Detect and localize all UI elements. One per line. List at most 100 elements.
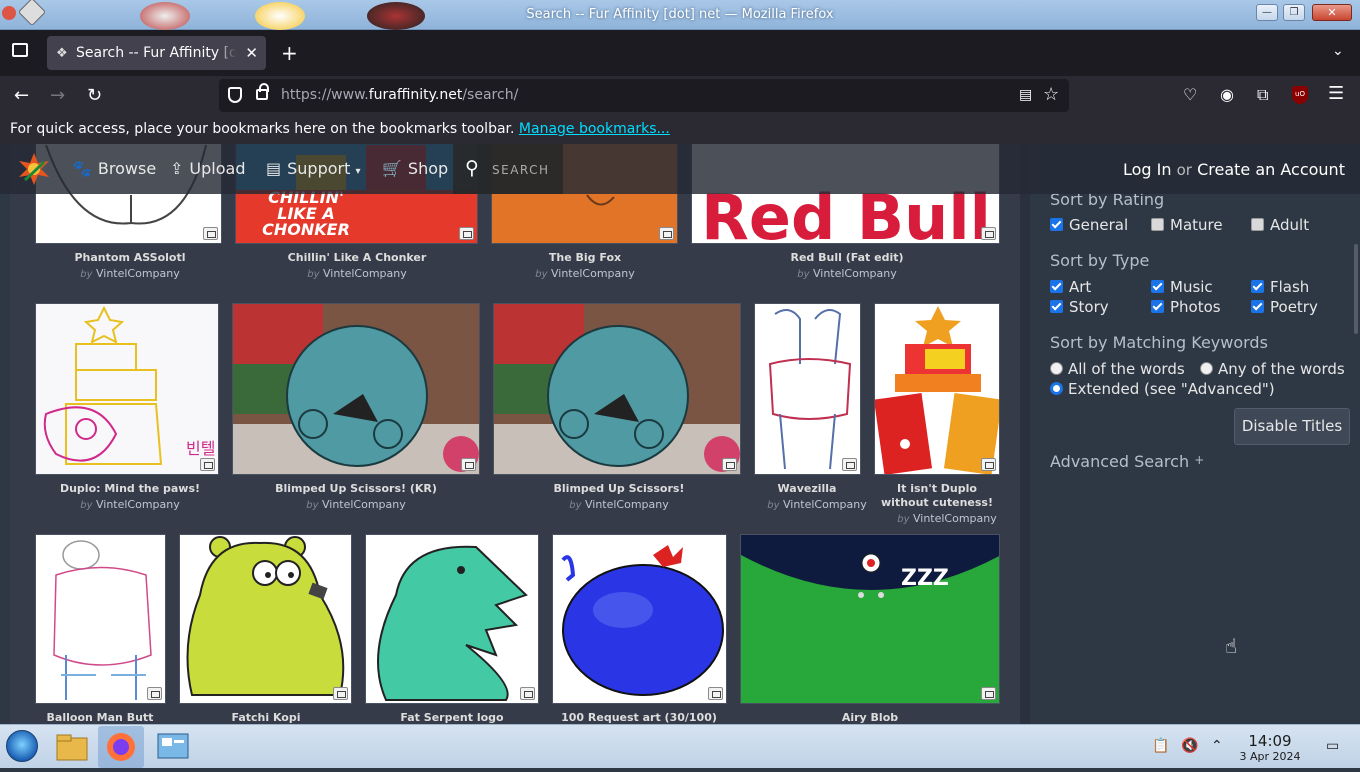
radio-unselected-icon[interactable] <box>1050 362 1063 375</box>
reader-view-icon[interactable]: ▤ <box>1019 87 1032 103</box>
rating-adult-checkbox[interactable]: Adult <box>1251 216 1309 234</box>
new-tab-button[interactable]: + <box>281 41 298 65</box>
tab-search-fur-affinity[interactable]: ❖ Search -- Fur Affinity [dot] net ✕ <box>47 36 266 70</box>
system-clock[interactable]: 14:09 3 Apr 2024 <box>1230 732 1310 763</box>
tab-close-icon[interactable]: ✕ <box>245 44 258 62</box>
checkbox-checked-icon[interactable] <box>1050 218 1063 231</box>
maximize-button[interactable]: ❐ <box>1283 4 1305 21</box>
type-photos-checkbox[interactable]: Photos <box>1151 298 1221 316</box>
nav-shop[interactable]: 🛒 Shop <box>382 159 448 178</box>
radio-unselected-icon[interactable] <box>1200 362 1213 375</box>
submission-title[interactable]: Red Bull (Fat edit) <box>722 251 972 265</box>
disable-titles-button[interactable]: Disable Titles <box>1234 408 1350 445</box>
show-desktop-icon[interactable]: ▭ <box>1326 738 1339 754</box>
artist-link[interactable]: VintelCompany <box>96 267 180 280</box>
firefox-view-icon[interactable] <box>12 43 28 57</box>
keywords-all-radio[interactable]: All of the words <box>1050 360 1185 378</box>
volume-muted-icon[interactable]: 🔇 <box>1181 738 1198 754</box>
file-manager-icon[interactable] <box>49 726 95 768</box>
type-story-checkbox[interactable]: Story <box>1050 298 1109 316</box>
keywords-extended-radio[interactable]: Extended (see "Advanced") <box>1050 380 1275 398</box>
artist-link[interactable]: VintelCompany <box>96 498 180 511</box>
rating-general-checkbox[interactable]: General <box>1050 216 1128 234</box>
thumb-it-isnt-duplo-without-cuteness[interactable] <box>874 303 1000 475</box>
reload-icon[interactable]: ↻ <box>87 85 102 106</box>
artist-link[interactable]: VintelCompany <box>551 267 635 280</box>
submission-title[interactable]: Chillin' Like A Chonker <box>232 251 482 265</box>
artist-link[interactable]: VintelCompany <box>323 267 407 280</box>
header-search-button[interactable]: ⚲ SEARCH <box>453 144 563 194</box>
option-label: Any of the words <box>1218 360 1345 378</box>
page-scrollbar[interactable] <box>1354 244 1358 334</box>
window-titlebar[interactable]: Search -- Fur Affinity [dot] net — Mozil… <box>0 0 1360 30</box>
tracking-protection-shield-icon[interactable] <box>228 87 242 103</box>
submission-title[interactable]: Phantom ASSolotl <box>5 251 255 265</box>
artist-link[interactable]: VintelCompany <box>322 498 406 511</box>
thumb-duplo-mind-the-paws[interactable]: 빈텔 <box>35 303 219 475</box>
login-link[interactable]: Log In <box>1123 160 1172 179</box>
submission-title[interactable]: Blimped Up Scissors! (KR) <box>231 482 481 496</box>
create-account-link[interactable]: Create an Account <box>1197 160 1345 179</box>
thumb-blimped-up-scissors-kr[interactable] <box>232 303 480 475</box>
artist-link[interactable]: VintelCompany <box>783 498 867 511</box>
url-bar[interactable]: https://www.furaffinity.net/search/ ▤ ☆ <box>219 79 1069 112</box>
rating-mature-checkbox[interactable]: Mature <box>1151 216 1223 234</box>
hamburger-menu-icon[interactable]: ☰ <box>1328 83 1344 104</box>
artist-link[interactable]: VintelCompany <box>813 267 897 280</box>
padlock-icon[interactable] <box>256 83 269 100</box>
url-text[interactable]: https://www.furaffinity.net/search/ <box>281 87 518 103</box>
clipboard-icon[interactable]: 📋 <box>1152 738 1169 754</box>
artist-link[interactable]: VintelCompany <box>585 498 669 511</box>
bookmark-star-icon[interactable]: ☆ <box>1043 84 1059 105</box>
nav-upload[interactable]: ⇪ Upload <box>170 159 245 178</box>
firefox-taskbar-icon[interactable] <box>98 726 144 768</box>
radio-selected-icon[interactable] <box>1050 382 1063 395</box>
forward-arrow-icon[interactable]: → <box>50 85 65 106</box>
checkbox-checked-icon[interactable] <box>1050 280 1063 293</box>
checkbox-checked-icon[interactable] <box>1151 300 1164 313</box>
list-all-tabs-icon[interactable]: ⌄ <box>1332 43 1344 59</box>
artist-link[interactable]: VintelCompany <box>913 512 997 525</box>
minimize-button[interactable]: — <box>1256 4 1278 21</box>
by-prefix: by <box>897 514 910 525</box>
advanced-search-toggle[interactable]: Advanced Search + <box>1050 452 1204 471</box>
submission-title[interactable]: 100 Request art (30/100) <box>514 711 764 724</box>
type-flash-checkbox[interactable]: Flash <box>1251 278 1309 296</box>
thumb-art <box>53 540 152 700</box>
manage-bookmarks-link[interactable]: Manage bookmarks... <box>519 121 670 137</box>
close-window-button[interactable]: ✕ <box>1312 4 1352 21</box>
checkbox-checked-icon[interactable] <box>1050 300 1063 313</box>
checkbox-checked-icon[interactable] <box>1251 300 1264 313</box>
ublock-origin-icon[interactable]: uO <box>1292 86 1308 104</box>
type-music-checkbox[interactable]: Music <box>1151 278 1213 296</box>
type-art-checkbox[interactable]: Art <box>1050 278 1091 296</box>
nav-browse[interactable]: 🐾 Browse <box>72 159 156 178</box>
thumb-fatchi-kopi[interactable] <box>179 534 352 704</box>
thumb-100-request-art[interactable] <box>552 534 727 704</box>
submission-title[interactable]: The Big Fox <box>460 251 710 265</box>
furaffinity-logo-icon[interactable] <box>17 152 51 186</box>
back-arrow-icon[interactable]: ← <box>14 85 29 106</box>
chevron-up-icon[interactable]: ⌃ <box>1211 738 1223 754</box>
submission-title[interactable]: Airy Blob <box>745 711 995 724</box>
pocket-icon[interactable]: ♡ <box>1183 85 1197 104</box>
bookmarks-message: For quick access, place your bookmarks h… <box>10 121 670 137</box>
control-panel-icon[interactable] <box>150 726 196 768</box>
submission-title[interactable]: It isn't Duplo without cuteness! <box>872 482 1002 510</box>
checkbox-unchecked-icon[interactable] <box>1251 218 1264 231</box>
submission-title[interactable]: Duplo: Mind the paws! <box>5 482 255 496</box>
extensions-puzzle-icon[interactable]: ⧉ <box>1257 85 1268 105</box>
checkbox-unchecked-icon[interactable] <box>1151 218 1164 231</box>
start-menu-icon[interactable] <box>6 730 38 762</box>
keywords-any-radio[interactable]: Any of the words <box>1200 360 1345 378</box>
type-poetry-checkbox[interactable]: Poetry <box>1251 298 1318 316</box>
nav-support[interactable]: ▤ Support ▾ <box>266 159 361 178</box>
thumb-blimped-up-scissors[interactable] <box>493 303 741 475</box>
account-icon[interactable]: ◉ <box>1220 85 1234 104</box>
checkbox-checked-icon[interactable] <box>1251 280 1264 293</box>
checkbox-checked-icon[interactable] <box>1151 280 1164 293</box>
thumb-balloon-man-butt[interactable] <box>35 534 166 704</box>
thumb-airy-blob[interactable]: ZZZ <box>740 534 1000 704</box>
thumb-fat-serpent-logo[interactable] <box>365 534 539 704</box>
thumb-wavezilla[interactable] <box>754 303 861 475</box>
